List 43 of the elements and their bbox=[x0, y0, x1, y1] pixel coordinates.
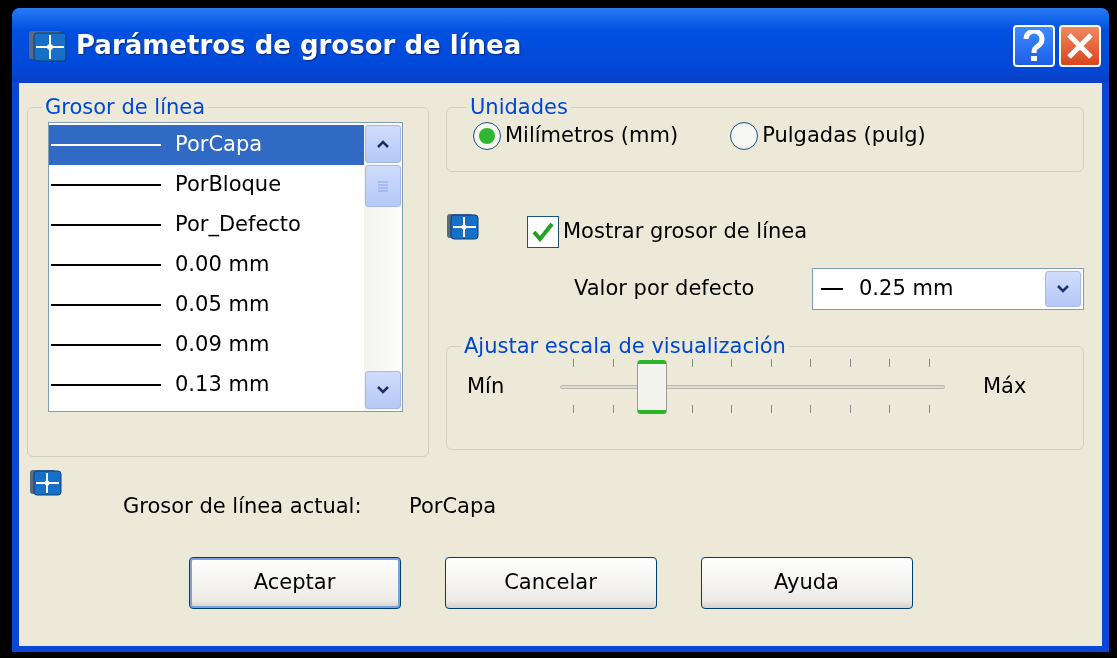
app-icon bbox=[446, 213, 480, 241]
app-icon bbox=[29, 469, 63, 497]
group-title: Grosor de línea bbox=[44, 95, 207, 121]
lineweight-dropdown[interactable]: 0.25 mm bbox=[812, 268, 1084, 310]
checkbox[interactable] bbox=[527, 216, 559, 248]
app-icon bbox=[28, 28, 68, 63]
list-item[interactable]: Por_Defecto bbox=[49, 205, 364, 246]
current-lineweight-label: Grosor de línea actual: bbox=[123, 493, 363, 520]
line-sample bbox=[821, 288, 843, 290]
current-lineweight-value: PorCapa bbox=[409, 493, 497, 520]
list-item[interactable]: PorCapa bbox=[49, 125, 364, 166]
group-title: Ajustar escala de visualización bbox=[463, 334, 787, 360]
help-icon bbox=[1022, 29, 1046, 62]
dropdown-button[interactable] bbox=[1045, 271, 1081, 307]
lineweight-list[interactable]: PorCapa PorBloque Por_Defecto 0.00 mm 0.05 mm 0.09 mm 0.13 mm bbox=[48, 122, 403, 413]
list-item[interactable]: 0.09 mm bbox=[49, 325, 364, 366]
list-item[interactable]: PorBloque bbox=[49, 165, 364, 206]
radio-button[interactable] bbox=[473, 121, 501, 150]
max-label: Máx bbox=[983, 373, 1027, 401]
unit-radio[interactable]: Pulgadas (pulg) bbox=[730, 120, 926, 152]
list-item[interactable]: 0.05 mm bbox=[49, 285, 364, 326]
scrollbar[interactable] bbox=[364, 123, 402, 412]
dialog-button[interactable]: Aceptar bbox=[188, 556, 401, 609]
min-label: Mín bbox=[467, 373, 506, 401]
list-item[interactable]: 0.13 mm bbox=[49, 365, 364, 406]
window-title: Parámetros de grosor de línea bbox=[76, 29, 523, 62]
scale-slider[interactable] bbox=[560, 359, 945, 416]
dialog-button[interactable]: Cancelar bbox=[444, 556, 657, 609]
scroll-down-button[interactable] bbox=[365, 371, 401, 410]
help-button[interactable] bbox=[1013, 24, 1055, 67]
field-label: Valor por defecto bbox=[574, 275, 756, 303]
slider-thumb[interactable] bbox=[636, 360, 667, 415]
grip-icon bbox=[377, 180, 389, 193]
radio-button[interactable] bbox=[730, 121, 759, 150]
scroll-up-button[interactable] bbox=[365, 125, 401, 164]
dialog-button[interactable]: Ayuda bbox=[700, 556, 913, 609]
close-icon bbox=[1066, 31, 1094, 60]
list-item[interactable]: 0.00 mm bbox=[49, 245, 364, 286]
scroll-thumb[interactable] bbox=[365, 165, 401, 208]
group-title: Unidades bbox=[469, 95, 569, 121]
unit-radio[interactable]: Milímetros (mm) bbox=[473, 120, 679, 152]
show-lineweight-checkbox[interactable]: Mostrar grosor de línea bbox=[527, 216, 808, 248]
close-button[interactable] bbox=[1059, 24, 1101, 67]
